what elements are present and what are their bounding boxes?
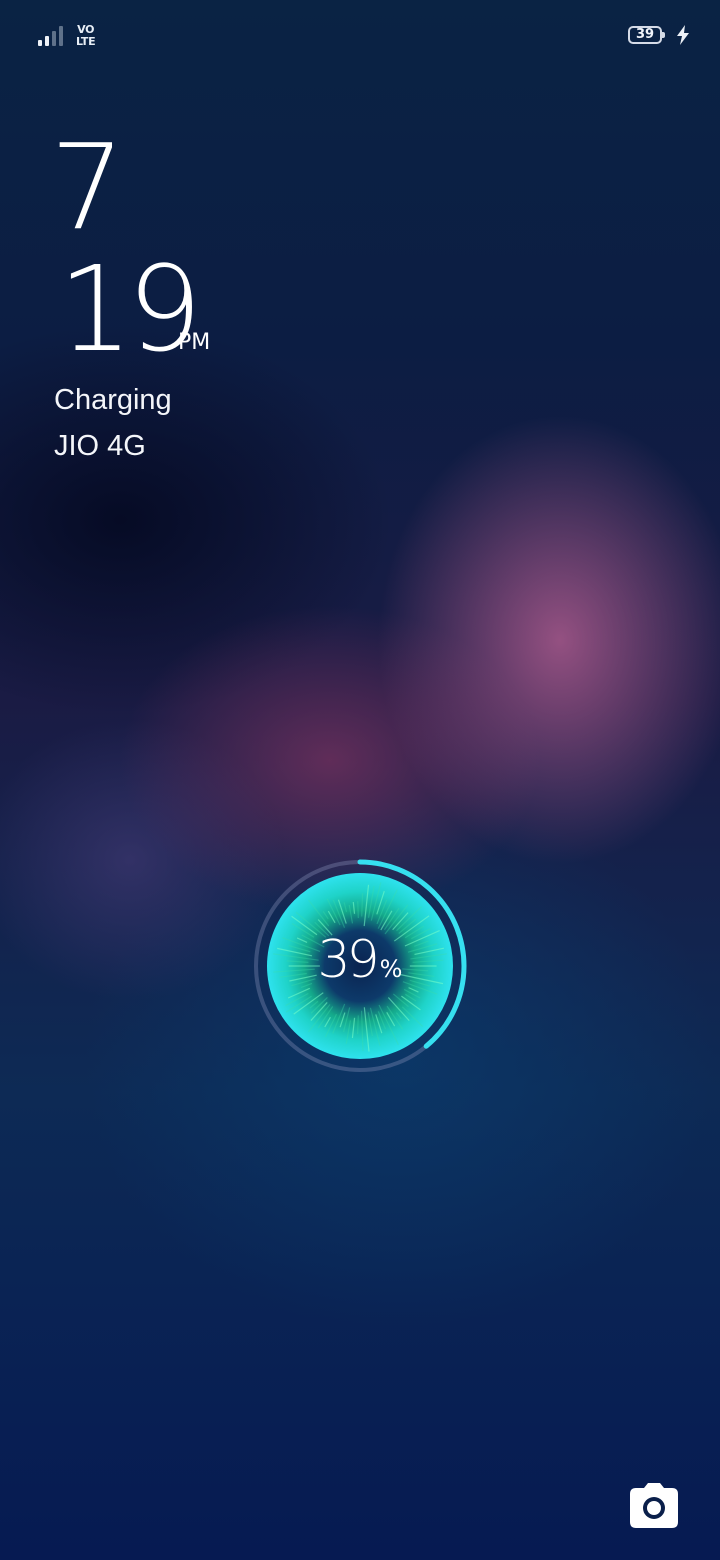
clock-hour: 7 (50, 118, 125, 256)
charging-status-text: Charging (54, 384, 172, 416)
battery-level: 39 (635, 27, 655, 42)
clock-minute: 19 (58, 240, 202, 378)
camera-shortcut-button[interactable] (628, 1482, 680, 1530)
charging-ray (357, 901, 359, 918)
charging-ray (357, 1015, 359, 1035)
battery-icon: 39 (628, 26, 665, 44)
volte-badge-line2: LTE (76, 35, 96, 48)
charging-indicator: 39% (252, 858, 468, 1074)
charging-percent: 39% (252, 930, 468, 990)
clock-ampm: PM (178, 330, 211, 355)
charging-percent-value: 39 (317, 930, 380, 990)
volte-badge: VO LTE (76, 24, 96, 48)
carrier-name: JIO 4G (54, 430, 146, 462)
charging-ray (361, 893, 364, 917)
camera-icon (630, 1483, 678, 1528)
status-bar: VO LTE 39 (38, 22, 690, 52)
lightning-bolt-icon (677, 25, 689, 45)
cellular-signal-icon (38, 26, 68, 46)
charging-percent-unit: % (379, 955, 403, 983)
